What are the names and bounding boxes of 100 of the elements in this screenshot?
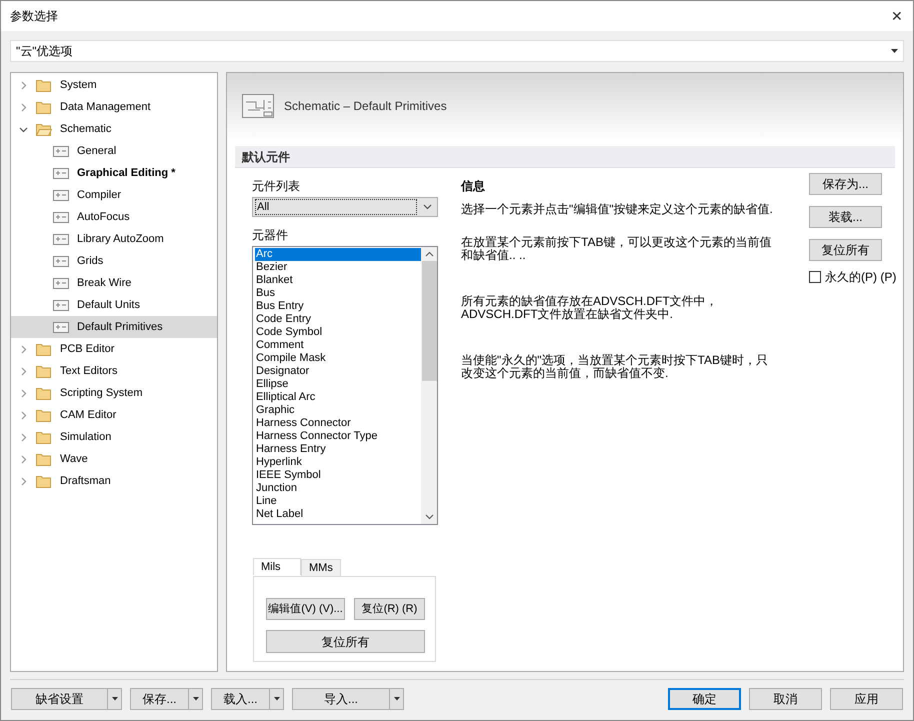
reset-button[interactable]: 复位(R) (R)	[354, 598, 425, 620]
folder-icon	[36, 386, 52, 400]
info-text: 所有元素的缺省值存放在ADVSCH.DFT文件中，ADVSCH.DFT文件放置在缺省文件夹中.	[461, 295, 719, 321]
folder-icon	[36, 364, 52, 378]
page-icon	[53, 168, 69, 178]
menu-button[interactable]: 导入...	[292, 688, 404, 710]
tree-label: Compiler	[77, 188, 122, 203]
close-button[interactable]: ✕	[891, 6, 903, 26]
list-item[interactable]: Harness Entry	[255, 443, 421, 456]
list-item[interactable]: Elliptical Arc	[255, 391, 421, 404]
chevron-right-icon[interactable]	[19, 344, 28, 354]
unit-tab[interactable]: MMs	[301, 559, 341, 576]
tree-item[interactable]: CAM Editor	[11, 404, 217, 426]
tree-item[interactable]: PCB Editor	[11, 338, 217, 360]
list-item[interactable]: Junction	[255, 482, 421, 495]
page-icon	[53, 256, 69, 266]
open-folder-icon	[36, 122, 52, 136]
tree-item[interactable]: Simulation	[11, 426, 217, 448]
menu-button[interactable]: 载入...	[211, 688, 284, 710]
dropdown-arrow-icon[interactable]	[192, 697, 198, 701]
tree-item[interactable]: Data Management	[11, 96, 217, 118]
tree-item[interactable]: Break Wire	[11, 272, 217, 294]
permanent-checkbox[interactable]: 永久的(P) (P)	[809, 268, 896, 286]
folder-icon	[36, 342, 52, 356]
dropdown-arrow-icon[interactable]	[394, 697, 400, 701]
tree-label: Break Wire	[77, 276, 132, 291]
chevron-down-icon[interactable]	[19, 124, 28, 134]
tree-item[interactable]: Scripting System	[11, 382, 217, 404]
tree-label: General	[77, 144, 116, 159]
folder-icon	[36, 452, 52, 466]
dropdown-arrow-icon[interactable]	[112, 697, 118, 701]
info-text: 选择一个元素并点击"编辑值"按键来定义这个元素的缺省值.	[461, 203, 774, 216]
folder-icon	[36, 474, 52, 488]
page-icon	[53, 190, 69, 200]
list-item[interactable]: IEEE Symbol	[255, 469, 421, 482]
dropdown-arrow-icon[interactable]	[274, 697, 280, 701]
list-item[interactable]: Code Entry	[255, 313, 421, 326]
list-item[interactable]: Harness Connector	[255, 417, 421, 430]
side-button[interactable]: 保存为...	[809, 173, 882, 195]
list-item[interactable]: Bezier	[255, 261, 421, 274]
tree-item[interactable]: Compiler	[11, 184, 217, 206]
list-item[interactable]: Line	[255, 495, 421, 508]
tree-item[interactable]: Graphical Editing *	[11, 162, 217, 184]
tree-item[interactable]: Library AutoZoom	[11, 228, 217, 250]
dialog-button[interactable]: 取消	[749, 688, 822, 710]
list-item[interactable]: Hyperlink	[255, 456, 421, 469]
list-item[interactable]: Designator	[255, 365, 421, 378]
chevron-right-icon[interactable]	[19, 476, 28, 486]
edit-value-button[interactable]: 编辑值(V) (V)...	[266, 598, 345, 620]
menu-button[interactable]: 缺省设置	[11, 688, 122, 710]
side-button[interactable]: 复位所有	[809, 239, 882, 261]
list-item[interactable]: Blanket	[255, 274, 421, 287]
tree-label: Library AutoZoom	[77, 232, 164, 247]
tree-label: Grids	[77, 254, 104, 269]
tree-item[interactable]: System	[11, 74, 217, 96]
tree-item[interactable]: Default Units	[11, 294, 217, 316]
side-button[interactable]: 装载...	[809, 206, 882, 228]
tree-item[interactable]: Wave	[11, 448, 217, 470]
folder-icon	[36, 78, 52, 92]
tree-item[interactable]: Default Primitives	[11, 316, 217, 338]
scrollbar[interactable]	[421, 247, 437, 524]
tree-item[interactable]: Text Editors	[11, 360, 217, 382]
list-item[interactable]: Harness Connector Type	[255, 430, 421, 443]
dropdown-arrow-icon[interactable]	[891, 48, 898, 54]
list-item[interactable]: Graphic	[255, 404, 421, 417]
tree-item[interactable]: Draftsman	[11, 470, 217, 492]
search-field[interactable]: "云"优选项	[10, 40, 904, 62]
list-item[interactable]: Compile Mask	[255, 352, 421, 365]
chevron-right-icon[interactable]	[19, 432, 28, 442]
folder-icon	[36, 100, 52, 114]
tree-item[interactable]: Grids	[11, 250, 217, 272]
chevron-right-icon[interactable]	[19, 366, 28, 376]
list-item[interactable]: Arc	[255, 248, 421, 261]
list-select[interactable]: All	[252, 197, 438, 217]
list-item[interactable]: Comment	[255, 339, 421, 352]
page-icon	[53, 322, 69, 332]
unit-tab[interactable]: Mils	[253, 558, 301, 575]
tree-label: Graphical Editing *	[77, 166, 176, 181]
list-item[interactable]: Bus	[255, 287, 421, 300]
chevron-right-icon[interactable]	[19, 454, 28, 464]
dialog-button[interactable]: 确定	[668, 688, 741, 710]
chevron-right-icon[interactable]	[19, 388, 28, 398]
tree-item[interactable]: AutoFocus	[11, 206, 217, 228]
tree-item[interactable]: General	[11, 140, 217, 162]
chevron-right-icon[interactable]	[19, 80, 28, 90]
section-header: 默认元件	[235, 146, 895, 168]
menu-button[interactable]: 保存...	[130, 688, 203, 710]
list-item[interactable]: Code Symbol	[255, 326, 421, 339]
tree-label: Scripting System	[60, 386, 143, 401]
chevron-right-icon[interactable]	[19, 102, 28, 112]
chevron-right-icon[interactable]	[19, 410, 28, 420]
reset-all-button[interactable]: 复位所有	[266, 630, 425, 653]
page-icon	[53, 278, 69, 288]
list-item[interactable]: Net Label	[255, 508, 421, 521]
chevron-down-icon[interactable]	[423, 204, 432, 210]
dialog-button[interactable]: 应用	[830, 688, 903, 710]
list-item[interactable]: Bus Entry	[255, 300, 421, 313]
tree-label: Data Management	[60, 100, 150, 115]
list-item[interactable]: Ellipse	[255, 378, 421, 391]
tree-item[interactable]: Schematic	[11, 118, 217, 140]
